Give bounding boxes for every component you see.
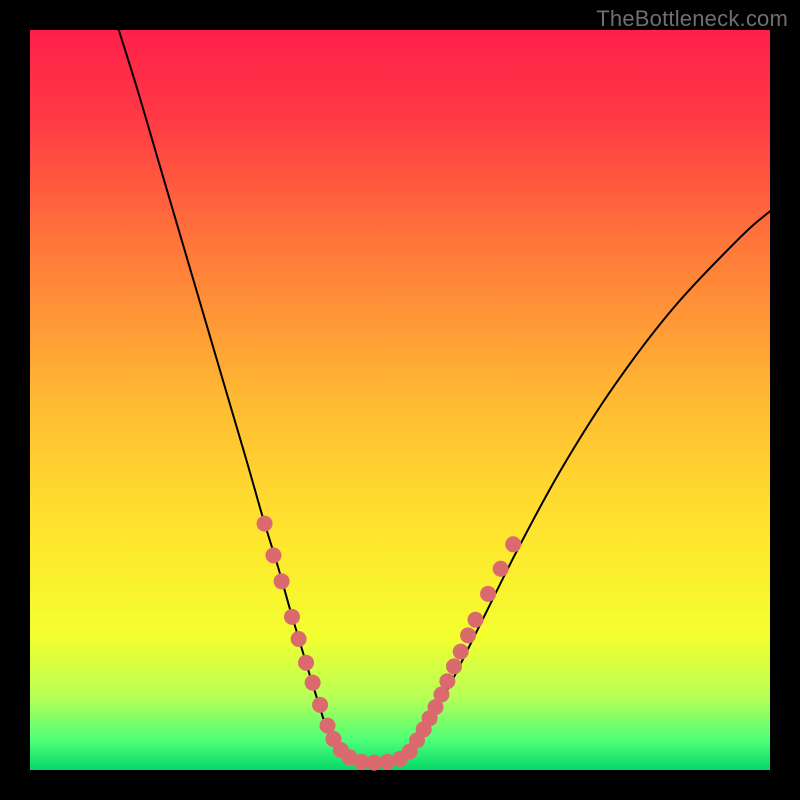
highlight-dot: [505, 536, 521, 552]
highlight-dot: [446, 658, 462, 674]
highlight-dot: [305, 675, 321, 691]
curve-layer: [30, 30, 770, 770]
bottleneck-curve: [119, 30, 770, 763]
plot-area: [30, 30, 770, 770]
highlight-dot: [265, 547, 281, 563]
highlight-dot: [284, 609, 300, 625]
chart-frame: TheBottleneck.com: [0, 0, 800, 800]
highlight-dot: [298, 655, 314, 671]
highlight-dot: [493, 561, 509, 577]
highlight-dot: [291, 631, 307, 647]
watermark-text: TheBottleneck.com: [596, 6, 788, 32]
highlight-dot: [274, 573, 290, 589]
highlight-dot: [257, 516, 273, 532]
highlight-dot: [439, 673, 455, 689]
highlight-dot: [480, 586, 496, 602]
highlight-dot: [460, 627, 476, 643]
highlight-dot: [453, 644, 469, 660]
highlight-dot: [467, 612, 483, 628]
highlight-dot: [312, 697, 328, 713]
